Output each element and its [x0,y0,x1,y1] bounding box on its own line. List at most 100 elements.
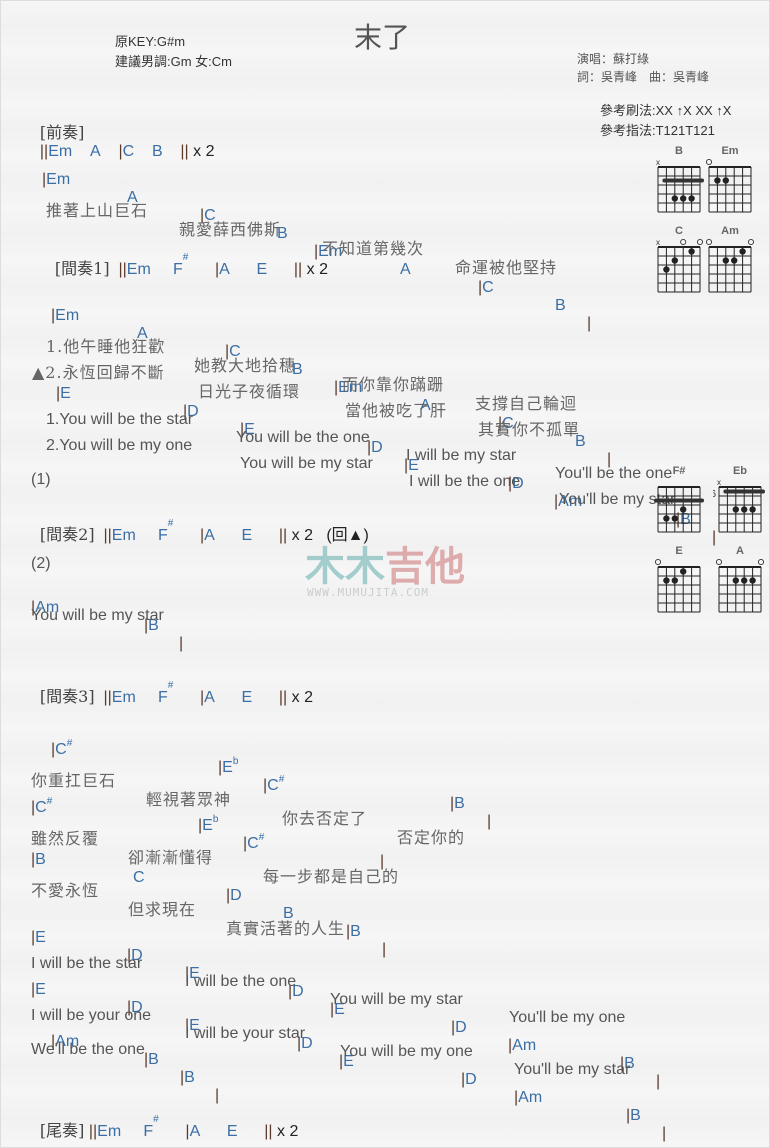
section-label: [前奏] [39,123,85,142]
lyric: 每一步都是自己的 [263,867,400,886]
open-string-marker [715,558,723,566]
credits: 詞：吳青峰 曲：吳青峰 [577,70,710,84]
lyric: 支撐自己輪迴 [475,394,578,413]
lyric: You'll be my star [514,1061,631,1078]
lyric: 你重扛巨石 [31,771,117,790]
open-string-marker [654,558,662,566]
lyric: 命運被他堅持 [455,258,558,277]
chord: Em [46,171,71,188]
chord: Em [48,143,73,160]
chord: A [89,143,101,160]
intro-line: [前奏] ||Em A |C B || x 2 [31,101,215,161]
muted-string-marker: x [656,238,660,247]
repeat-count: x 2 [277,1123,299,1140]
finger-dot [671,257,678,264]
finger-dot [722,177,729,184]
lyric: 其實你不孤單 [478,420,581,439]
svg-text:木木: 木木 [305,544,385,590]
finger-dot [741,506,748,513]
finger-dot [671,195,678,202]
lyric: You'll be my one [509,1009,626,1026]
lyric: I will be your one [31,1007,152,1024]
bar-line: | [587,315,592,332]
open-string-marker [696,238,704,246]
fret-number: 6 [713,489,716,500]
lyric: 1.他午睡他狂歡 [46,337,166,356]
watermark-logo: 木木 吉他 WWW.MUMUJITA.COM [305,540,465,605]
chord: C [122,143,135,160]
chord-diagram-a: A [713,545,769,622]
lyric: 她教大地拾穗 [194,356,297,375]
section-label: [間奏2] [39,525,95,544]
ending-marker-1: (1) [31,471,51,488]
chord-diagram-eb: Eb x 6 [710,465,769,542]
lyric: 卻漸漸懂得 [128,848,214,867]
finger-dot [722,257,729,264]
bar-line: || [293,261,303,278]
interlude1-line: [間奏1] ||Em F# |A E || x 2 [46,237,328,279]
finger-dot [671,577,678,584]
muted-string-marker: x [717,478,721,487]
lyric: 而你靠你蹣跚 [342,375,445,394]
finger-dot [671,515,678,522]
finger-dot [680,195,687,202]
muted-string-marker: x [656,158,660,167]
chord-name: F# [673,465,686,477]
lyric: 1.You will be the star [46,411,194,428]
original-key: 原KEY:G#m [115,34,186,49]
chorus4-lyric: We'll be the one [31,1041,145,1058]
finger-dot [663,577,670,584]
lyric: 推著上山巨石 [46,201,149,220]
pick-pattern: 參考指法:T121T121 [600,123,715,138]
lyric: You will be the one [236,429,370,446]
open-string-marker [680,238,687,246]
finger-dot [688,248,695,255]
chord: A [400,261,411,278]
chord: B [555,297,566,314]
lyric: 真實活著的人生 [226,919,346,938]
chorus1-lyrics-2: 2.You will be my one You will be my star… [0,419,675,509]
chord-diagram-em: Em [703,145,759,222]
chord-name: C [675,225,683,237]
lyric: 不愛永恆 [31,881,100,900]
open-string-marker [705,238,713,246]
bar-line: || [118,261,127,278]
chord-diagram-c: Cx [652,225,708,302]
lyric: 輕視著眾神 [146,790,232,809]
lyric: I will be the star [31,955,143,972]
finger-dot [680,568,687,575]
singer: 演唱：蘇打綠 [577,52,650,66]
finger-dot [732,506,739,513]
lyric: You will be my star [330,991,463,1008]
lyric: ▲2.永恆回歸不斷 [32,363,165,382]
ending2-lyric: You will be my star [31,607,164,624]
finger-dot [688,195,695,202]
chord: C [482,279,494,296]
chord-name: Em [721,145,738,157]
lyric: 你去否定了 [282,809,368,828]
chord-name: Eb [733,465,747,477]
lyric: 當他被吃了肝 [345,401,448,420]
section-label: [間奏1] [54,259,110,278]
chord: B [151,143,163,160]
section-label: [間奏3] [39,687,95,706]
lyric: 日光子夜循環 [198,382,301,401]
section-label: [尾奏] [39,1121,85,1140]
lyric: I will be the one [185,973,297,990]
suggested-key: 建議男調:Gm 女:Cm [115,54,232,69]
finger-dot [732,577,739,584]
open-string-marker [705,158,713,166]
finger-dot [741,577,748,584]
chorus4-chords: |Am |B |B | [51,1033,220,1104]
lyric: I will be your star [185,1025,306,1042]
chord: F# [173,252,189,278]
chord-diagram-e: E [652,545,708,622]
strum-pattern: 參考刷法:XX ↑X XX ↑X [600,103,732,118]
chord-name: A [736,545,744,557]
ending-marker-2: (2) [31,555,51,572]
bar-line: || [180,143,189,160]
lyric: 但求現在 [128,900,197,919]
chord-diagram-b: Bx [652,145,708,222]
finger-dot [680,506,687,513]
svg-text:吉他: 吉他 [385,544,465,590]
